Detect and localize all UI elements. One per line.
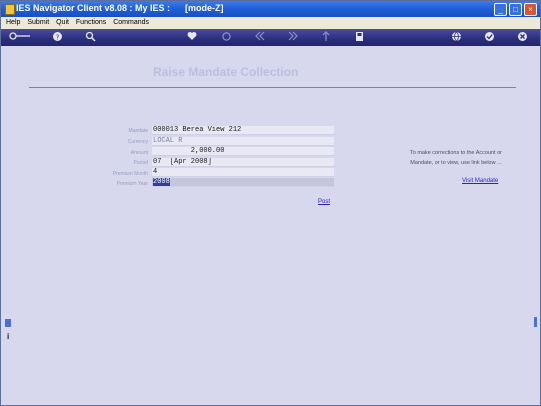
currency-label: Currency <box>127 139 148 145</box>
mandate-field[interactable]: 000013 Berea View 212 <box>152 126 334 135</box>
title-bar[interactable]: IES Navigator Client v8.08 : My IES : [m… <box>1 1 540 17</box>
side-panel-icon[interactable] <box>5 319 11 327</box>
heart-icon[interactable] <box>187 31 197 45</box>
post-link[interactable]: Post <box>318 199 330 205</box>
page-title: Raise Mandate Collection <box>153 65 299 79</box>
search-icon[interactable] <box>85 31 96 46</box>
period-field[interactable]: 07 [Apr 2008] <box>152 158 334 167</box>
refresh-icon[interactable] <box>221 31 232 46</box>
premium-year-value: 2008 <box>153 178 170 186</box>
world-icon[interactable] <box>451 31 462 46</box>
amount-label: Amount <box>130 150 148 156</box>
amount-field[interactable]: 2,000.00 <box>152 147 334 156</box>
currency-field[interactable]: LOCAL R <box>152 137 334 146</box>
minimize-icon[interactable]: _ <box>494 3 507 16</box>
menu-submit[interactable]: Submit <box>27 17 49 29</box>
visit-mandate-link[interactable]: Visit Mandate <box>462 178 498 184</box>
side-handle-icon[interactable] <box>534 317 537 327</box>
app-window: IES Navigator Client v8.08 : My IES : [m… <box>0 0 541 406</box>
main-content: Raise Mandate Collection Mandate 000013 … <box>1 46 540 405</box>
menu-help[interactable]: Help <box>6 17 20 29</box>
mandate-label: Mandate <box>128 128 148 134</box>
svg-text:?: ? <box>56 33 60 41</box>
help-icon[interactable]: ? <box>52 31 63 46</box>
menu-commands[interactable]: Commands <box>113 17 149 29</box>
maximize-icon[interactable]: □ <box>509 3 522 16</box>
premium-month-field[interactable]: 4 <box>152 168 334 177</box>
forward-icon[interactable] <box>287 31 299 45</box>
cancel-icon[interactable] <box>517 31 528 46</box>
menu-quit[interactable]: Quit <box>56 17 69 29</box>
up-icon[interactable] <box>321 31 331 46</box>
ok-icon[interactable] <box>484 31 495 46</box>
title-divider <box>29 87 516 88</box>
premium-month-label: Premium Month <box>112 171 148 177</box>
app-icon <box>5 4 15 15</box>
save-icon[interactable] <box>355 31 364 46</box>
key-icon[interactable] <box>9 31 31 45</box>
info-text-line1: To make corrections to the Account or <box>409 150 503 156</box>
premium-year-label: Premium Year <box>116 181 148 187</box>
premium-year-field[interactable]: 2008 <box>152 178 334 187</box>
info-text-line2: Mandate, or to view, use link below ... <box>410 160 502 166</box>
back-icon[interactable] <box>254 31 266 45</box>
close-icon[interactable]: × <box>524 3 537 16</box>
period-label: Period <box>133 160 148 166</box>
window-title: IES Navigator Client v8.08 : My IES : [m… <box>16 3 224 13</box>
info-icon[interactable]: i <box>7 332 9 341</box>
window-controls: _ □ × <box>494 3 537 16</box>
menu-bar: Help Submit Quit Functions Commands <box>1 17 540 29</box>
toolbar: ? <box>1 29 540 46</box>
menu-functions[interactable]: Functions <box>76 17 106 29</box>
